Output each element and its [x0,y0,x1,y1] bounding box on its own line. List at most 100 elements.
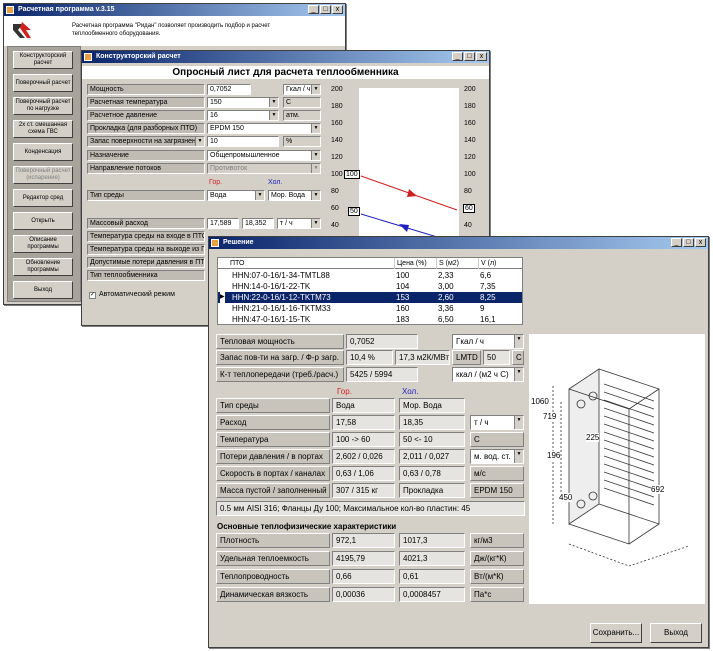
pressure-label: Расчетное давление [87,110,205,121]
prop-label: Динамическая вязкость [216,587,330,602]
minimize-button[interactable]: _ [452,52,463,61]
lmtd-unit: C [512,350,524,365]
outlet-temp-label: Температура среды на выходе из ПТО [87,244,205,255]
col-header-area[interactable]: S (м2) [436,258,459,269]
minimize-button[interactable]: _ [671,238,682,247]
temp-select[interactable]: 150 ▼ [207,97,279,108]
hot-column-header: Гор. [209,179,223,186]
sidebar-item-media-editor[interactable]: Редактор сред [13,189,73,207]
prop-label: Удельная теплоемкость [216,551,330,566]
temperature-graph: 200 180 160 140 120 100 80 60 40 200 180… [327,83,487,238]
close-button[interactable]: x [476,52,487,61]
gasket-select[interactable]: EPDM 150 ▼ [207,123,321,134]
param-label: Скорость в портах / каналах [216,466,330,481]
col-header-price[interactable]: Цена (%) [394,258,427,269]
table-cell: HHN:07-0-16/1-34-TMTL88 [232,271,330,280]
main-window-titlebar[interactable]: Расчетная программа v.3.15 _ □ x [4,4,345,16]
heat-power-unit-select[interactable]: Гкал / ч ▼ [452,334,524,349]
design-calc-titlebar[interactable]: Конструкторский расчет _ □ x [82,51,489,63]
param-cold-value: 18,35 [399,415,465,430]
flow-direction-select[interactable]: Противоток ▼ [207,163,321,174]
table-cell: 153 [396,293,410,302]
chevron-down-icon: ▼ [514,335,523,348]
table-cell: 9 [480,304,485,313]
param-unit-select[interactable]: т / ч ▼ [470,415,524,430]
cold-inlet-temp-badge: 50 [348,207,360,216]
prop-label: Теплопроводность [216,569,330,584]
sidebar-item-verify-load[interactable]: Поверочный расчет по нагрузке [13,97,73,115]
chevron-down-icon: ▼ [311,151,320,160]
hot-mass-flow-input[interactable]: 17,589 [207,218,239,229]
table-cell: 6,50 [438,315,454,324]
mass-flow-unit-select[interactable]: т / ч ▼ [277,218,321,229]
sidebar-item-condensation[interactable]: Конденсация [13,143,73,161]
table-row[interactable]: HHN:07-0-16/1-34-TMTL88 100 2,33 6,6 [218,270,522,281]
power-unit-select[interactable]: Гкал / ч ▼ [283,84,321,95]
hot-inlet-temp-badge: 100 [344,170,360,179]
reserve-value: 10,4 % [346,350,393,365]
auto-mode-checkbox[interactable]: ✓ [89,292,96,299]
table-row[interactable]: ▶ HHN:22-0-16/1-12-TKTM73 153 2,60 8,25 [218,292,522,303]
sidebar-item-dhw-scheme[interactable]: 2х ст. смешанная схема ГВС [13,120,73,138]
param-label: Потери давления / в портах [216,449,330,464]
sidebar-item-design-calc[interactable]: Конструкторский расчет [13,51,73,69]
maximize-button[interactable]: □ [464,52,475,61]
sidebar-item-update[interactable]: Обновление программы [13,258,73,276]
table-cell: 183 [396,315,410,324]
purpose-select[interactable]: Общепромышленное ▼ [207,150,321,161]
power-input[interactable]: 0,7052 [207,84,251,95]
exit-button[interactable]: Выход [650,623,702,643]
close-button[interactable]: x [332,5,343,14]
chevron-down-icon: ▼ [514,450,523,463]
table-cell: 3,36 [438,304,454,313]
chevron-down-icon: ▼ [311,124,320,133]
param-unit-select[interactable]: м. вод. ст. ▼ [470,449,524,464]
param-label: Тип среды [216,398,330,413]
dim-depth: 692 [651,485,665,494]
maximize-button[interactable]: □ [683,238,694,247]
table-row[interactable]: HHN:47-0-16/1-15-TK 183 6,50 16,1 [218,314,522,325]
param-hot-value: 100 -> 60 [332,432,395,447]
solution-window: Решение _ □ x ПТО Цена (%) S (м2) V (л) … [208,236,709,648]
intro-text: Расчетная программа "Ридан" позволяет пр… [72,23,271,37]
results-table: ПТО Цена (%) S (м2) V (л) HHN:07-0-16/1-… [217,257,523,325]
close-button[interactable]: x [695,238,706,247]
table-cell: 2,33 [438,271,454,280]
sidebar-item-description[interactable]: Описание программы [13,235,73,253]
solution-title: Решение [223,239,254,246]
fouling-label[interactable]: Запас поверхности на загрязнение ▼ [87,136,205,147]
gasket-label: Прокладка (для разборных ПТО) [87,123,205,134]
table-row[interactable]: HHN:14-0-16/1-22-TK 104 3,00 7,35 [218,281,522,292]
table-row[interactable]: HHN:21-0-16/1-16-TKTM33 160 3,36 9 [218,303,522,314]
prop-hot-value: 0,66 [332,569,395,584]
temp-unit: С [283,97,321,108]
param-label: Температура [216,432,330,447]
table-cell: 160 [396,304,410,313]
temp-label: Расчетная температура [87,97,205,108]
param-label: Расход [216,415,330,430]
ridan-logo-icon [13,22,31,38]
table-cell: 6,6 [480,271,492,280]
cold-mass-flow-input[interactable]: 18,352 [242,218,274,229]
maximize-button[interactable]: □ [320,5,331,14]
fouling-input[interactable]: 10 [207,136,279,147]
minimize-button[interactable]: _ [308,5,319,14]
save-button[interactable]: Сохранить... [590,623,642,643]
col-header-model[interactable]: ПТО [230,258,244,269]
prop-unit: Па*с [470,587,524,602]
col-header-volume[interactable]: V (л) [478,258,496,269]
htc-label: К-т теплопередачи (треб./расч.) [216,367,344,382]
pressure-select[interactable]: 16 ▼ [207,110,279,121]
cold-medium-select[interactable]: Мор. Вода ▼ [268,190,321,201]
hot-medium-select[interactable]: Вода ▼ [207,190,265,201]
param-cold-value: 0,63 / 0,78 [399,466,465,481]
prop-unit: Вт/(м*К) [470,569,524,584]
prop-unit: Дж/(кг*К) [470,551,524,566]
table-cell: 100 [396,271,410,280]
sidebar-item-open[interactable]: Открыть [13,212,73,230]
sidebar-item-exit[interactable]: Выход [13,281,73,299]
sidebar-item-verify-calc[interactable]: Поверочный расчет [13,74,73,92]
htc-unit-select[interactable]: ккал / (м2 ч С) ▼ [452,367,524,382]
param-cold-value: 50 <- 10 [399,432,465,447]
solution-titlebar[interactable]: Решение _ □ x [209,237,708,249]
